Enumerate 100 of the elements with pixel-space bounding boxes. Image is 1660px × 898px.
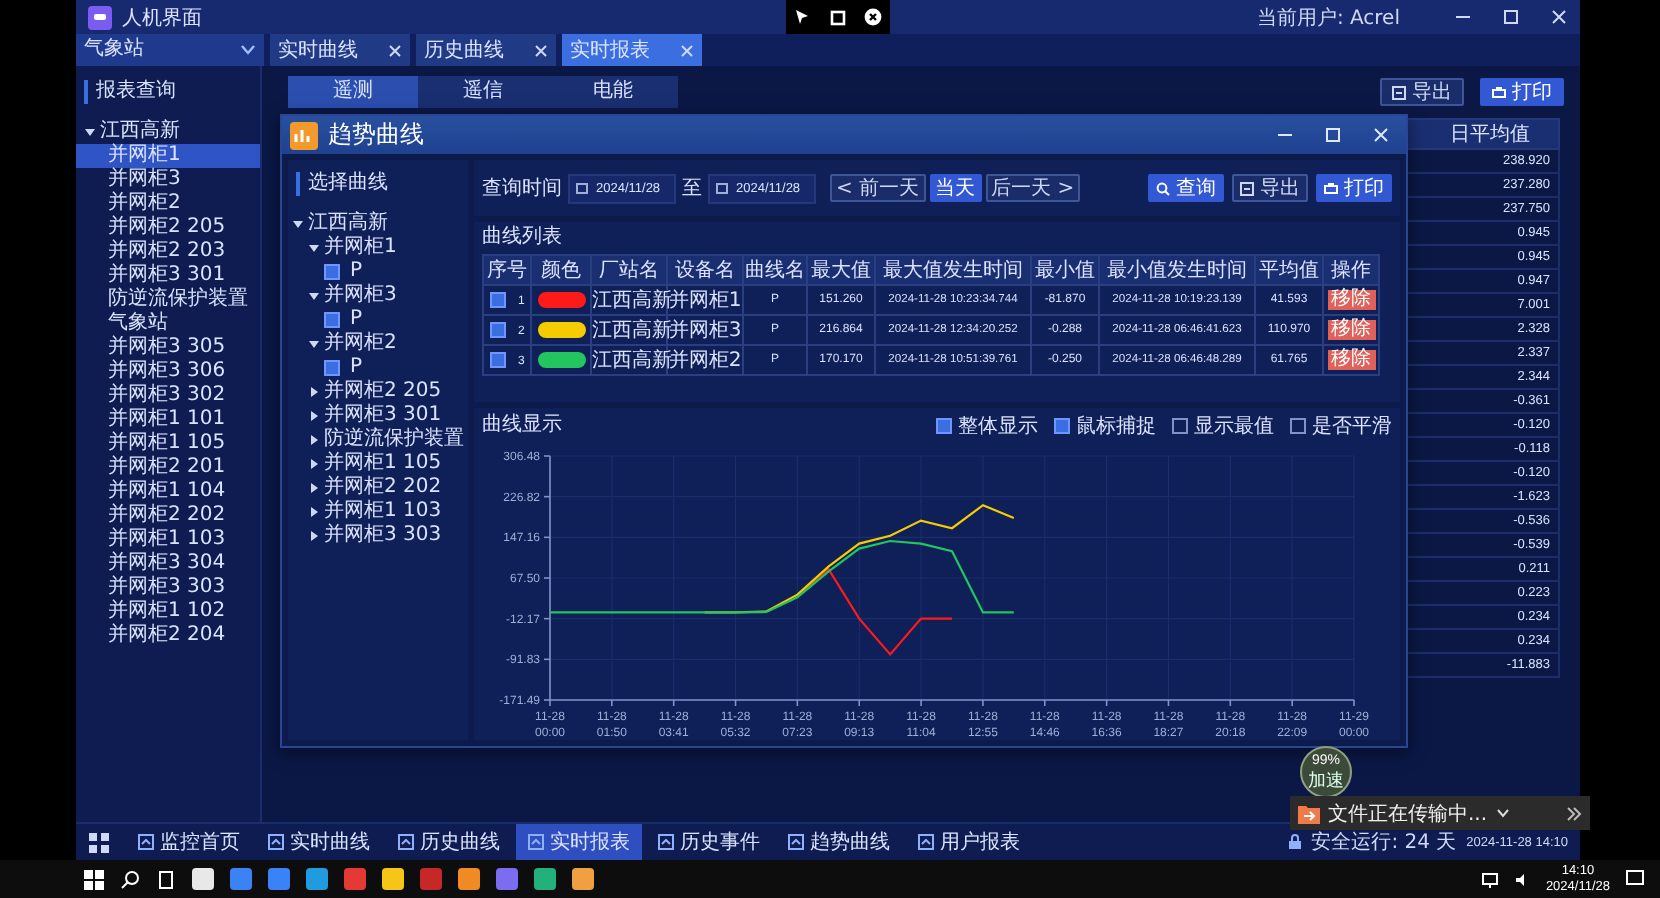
tab[interactable]: 实时报表 — [562, 34, 702, 66]
caret-icon[interactable] — [308, 410, 320, 422]
checkbox[interactable] — [324, 312, 340, 328]
search-button[interactable]: 查询 — [1148, 174, 1224, 202]
task-view-icon[interactable] — [156, 869, 176, 889]
checkbox[interactable] — [324, 360, 340, 376]
maximize-icon[interactable] — [1502, 8, 1520, 26]
maximize-icon[interactable] — [1324, 126, 1342, 144]
stop-icon[interactable] — [829, 9, 846, 25]
tree-item[interactable]: 并网柜2 202 — [76, 504, 260, 528]
nav-item[interactable]: 监控首页 — [126, 824, 252, 860]
tree-item[interactable]: 并网柜1 — [288, 236, 468, 260]
nav-item[interactable]: 历史事件 — [646, 824, 772, 860]
caret-icon[interactable] — [308, 242, 320, 254]
tree-item[interactable]: 气象站 — [76, 312, 260, 336]
app-icon[interactable] — [344, 868, 366, 890]
app-icon[interactable] — [192, 868, 214, 890]
tree-item[interactable]: 并网柜2 204 — [76, 624, 260, 648]
tree-item[interactable]: 并网柜1 — [76, 144, 260, 168]
tree-item[interactable]: 并网柜2 203 — [76, 240, 260, 264]
caret-icon[interactable] — [308, 434, 320, 446]
export-button[interactable]: 导出 — [1232, 174, 1308, 202]
close-icon[interactable] — [534, 43, 548, 57]
day-button[interactable]: < 前一天 — [830, 174, 926, 202]
notification-icon[interactable] — [1626, 870, 1644, 888]
app-icon[interactable] — [496, 868, 518, 890]
app-icon[interactable] — [420, 868, 442, 890]
nav-item[interactable]: 用户报表 — [906, 824, 1032, 860]
app-icon[interactable] — [230, 868, 252, 890]
close-icon[interactable] — [863, 8, 882, 26]
tab[interactable]: 遥信 — [418, 76, 548, 108]
app-icon[interactable] — [268, 868, 290, 890]
caret-icon[interactable] — [308, 506, 320, 518]
app-icon[interactable] — [458, 868, 480, 890]
station-dropdown[interactable]: 气象站 — [76, 34, 264, 66]
close-icon[interactable] — [1550, 8, 1568, 26]
speaker-icon[interactable] — [1513, 871, 1530, 887]
tree-item[interactable]: 并网柜3 — [76, 168, 260, 192]
app-icon[interactable] — [306, 868, 328, 890]
tree-item[interactable]: 并网柜3 301 — [76, 264, 260, 288]
close-icon[interactable] — [1372, 126, 1390, 144]
day-button[interactable]: 后一天 > — [985, 174, 1081, 202]
caret-icon[interactable] — [308, 290, 320, 302]
tree-item[interactable]: 并网柜2 — [288, 332, 468, 356]
tree-item[interactable]: 并网柜2 205 — [288, 380, 468, 404]
checkbox[interactable] — [1054, 418, 1070, 434]
nav-item[interactable]: 历史曲线 — [386, 824, 512, 860]
tree-item[interactable]: 并网柜2 201 — [76, 456, 260, 480]
tab[interactable]: 实时曲线 — [270, 34, 410, 66]
caret-icon[interactable] — [308, 482, 320, 494]
tree-item[interactable]: P — [288, 356, 468, 380]
remove-button[interactable]: 移除 — [1327, 320, 1375, 340]
caret-icon[interactable] — [308, 458, 320, 470]
app-icon[interactable] — [572, 868, 594, 890]
cursor-icon[interactable] — [794, 8, 813, 26]
tree-item[interactable]: 并网柜2 202 — [288, 476, 468, 500]
app-icon[interactable] — [382, 868, 404, 890]
tree-item[interactable]: 并网柜1 105 — [76, 432, 260, 456]
checkbox[interactable] — [1290, 418, 1306, 434]
tree-item[interactable]: 江西高新 — [76, 120, 260, 144]
tree-item[interactable]: 并网柜1 101 — [76, 408, 260, 432]
tree-item[interactable]: 并网柜3 301 — [288, 404, 468, 428]
tree-item[interactable]: 并网柜1 102 — [76, 600, 260, 624]
checkbox[interactable] — [490, 352, 506, 368]
tree-item[interactable]: 并网柜1 103 — [288, 500, 468, 524]
export-button[interactable]: 导出 — [1380, 78, 1464, 106]
tree-item[interactable]: 并网柜3 302 — [76, 384, 260, 408]
print-button[interactable]: 打印 — [1316, 174, 1392, 202]
tree-item[interactable]: 并网柜3 304 — [76, 552, 260, 576]
tree-item[interactable]: 并网柜3 306 — [76, 360, 260, 384]
tree-item[interactable]: 并网柜1 104 — [76, 480, 260, 504]
checkbox[interactable] — [324, 264, 340, 280]
nav-item[interactable]: 实时曲线 — [256, 824, 382, 860]
caret-icon[interactable] — [308, 530, 320, 542]
tree-item[interactable]: 并网柜3 — [288, 284, 468, 308]
caret-icon[interactable] — [308, 386, 320, 398]
network-icon[interactable] — [1481, 871, 1498, 887]
windows-icon[interactable] — [84, 869, 104, 889]
checkbox[interactable] — [490, 322, 506, 338]
tab[interactable]: 历史曲线 — [416, 34, 556, 66]
caret-icon[interactable] — [84, 126, 96, 138]
nav-item[interactable]: 实时报表 — [516, 824, 642, 860]
tree-item[interactable]: 并网柜3 303 — [76, 576, 260, 600]
tree-item[interactable]: P — [288, 260, 468, 284]
notification-toast[interactable]: 文件正在传输中... — [1290, 796, 1590, 830]
day-button[interactable]: 当天 — [929, 174, 982, 202]
print-button[interactable]: 打印 — [1480, 78, 1564, 106]
tree-item[interactable]: 防逆流保护装置 — [288, 428, 468, 452]
close-icon[interactable] — [388, 43, 402, 57]
tree-item[interactable]: 并网柜3 303 — [288, 524, 468, 548]
caret-icon[interactable] — [308, 338, 320, 350]
tree-item[interactable]: 并网柜3 305 — [76, 336, 260, 360]
nav-item[interactable]: 趋势曲线 — [776, 824, 902, 860]
remove-button[interactable]: 移除 — [1327, 290, 1375, 310]
checkbox[interactable] — [1172, 418, 1188, 434]
tree-item[interactable]: 并网柜1 103 — [76, 528, 260, 552]
checkbox[interactable] — [490, 292, 506, 308]
checkbox[interactable] — [936, 418, 952, 434]
chevron-icon[interactable] — [1495, 808, 1510, 818]
search-icon[interactable] — [120, 869, 140, 889]
